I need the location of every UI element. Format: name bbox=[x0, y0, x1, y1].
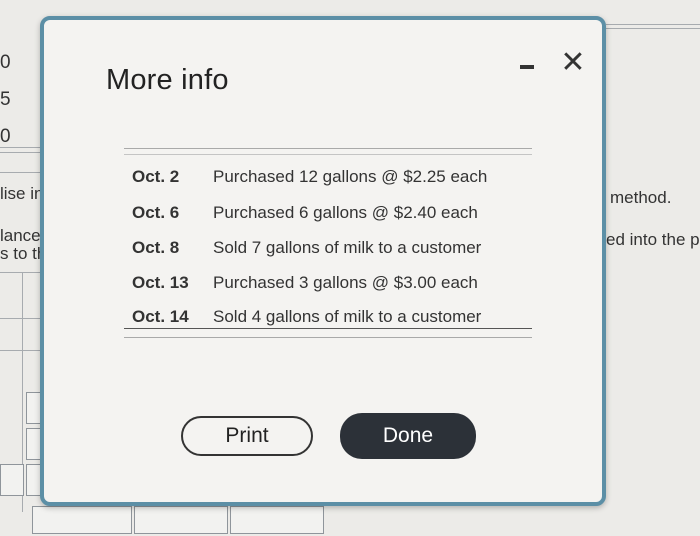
dialog-title: More info bbox=[106, 64, 229, 96]
minimize-icon[interactable] bbox=[514, 56, 540, 80]
row-description: Sold 7 gallons of milk to a customer bbox=[213, 238, 482, 257]
bg-input-cell bbox=[134, 506, 228, 534]
bg-right-text-2: ed into the p bbox=[606, 230, 700, 249]
row-date: Oct. 14 bbox=[132, 307, 189, 326]
bg-value-2: 5 bbox=[0, 89, 11, 110]
done-button[interactable]: Done bbox=[340, 413, 476, 459]
row-date: Oct. 2 bbox=[132, 167, 180, 186]
table-bottom-rule bbox=[124, 328, 532, 329]
bg-right-text-1: method. bbox=[610, 188, 672, 207]
bg-value-3: 0 bbox=[0, 126, 11, 147]
row-description: Sold 4 gallons of milk to a customer bbox=[213, 307, 482, 326]
table-row: Oct. 13 Purchased 3 gallons @ $3.00 each bbox=[124, 267, 532, 299]
row-date: Oct. 6 bbox=[132, 203, 180, 222]
bg-rule bbox=[606, 24, 700, 25]
table-row: Oct. 2 Purchased 12 gallons @ $2.25 each bbox=[124, 161, 532, 193]
row-description: Purchased 12 gallons @ $2.25 each bbox=[213, 167, 488, 186]
bg-rule bbox=[0, 272, 40, 273]
row-date: Oct. 13 bbox=[132, 273, 189, 292]
table-top-rule bbox=[124, 154, 532, 155]
row-description: Purchased 6 gallons @ $2.40 each bbox=[213, 203, 478, 222]
bg-rule bbox=[606, 28, 700, 29]
transactions-table: Oct. 2 Purchased 12 gallons @ $2.25 each… bbox=[124, 148, 532, 338]
more-info-dialog: More info ✕ Oct. 2 Purchased 12 gallons … bbox=[40, 16, 606, 506]
bg-value-1: 0 bbox=[0, 52, 11, 73]
close-icon[interactable]: ✕ bbox=[558, 48, 588, 78]
row-date: Oct. 8 bbox=[132, 238, 180, 257]
table-row: Oct. 8 Sold 7 gallons of milk to a custo… bbox=[124, 232, 532, 264]
table-row: Oct. 6 Purchased 6 gallons @ $2.40 each bbox=[124, 197, 532, 229]
bg-input-cell bbox=[0, 464, 24, 496]
print-button[interactable]: Print bbox=[181, 416, 313, 456]
bg-text-1: lise in bbox=[0, 184, 44, 203]
bg-rule bbox=[0, 172, 40, 173]
bg-input-cell bbox=[230, 506, 324, 534]
bg-double-underline-2 bbox=[0, 152, 40, 153]
bg-text-2: lance bbox=[0, 226, 41, 245]
row-description: Purchased 3 gallons @ $3.00 each bbox=[213, 273, 478, 292]
bg-input-cell bbox=[32, 506, 132, 534]
bg-rule bbox=[0, 350, 40, 351]
bg-rule bbox=[0, 318, 40, 319]
bg-double-underline bbox=[0, 147, 40, 148]
